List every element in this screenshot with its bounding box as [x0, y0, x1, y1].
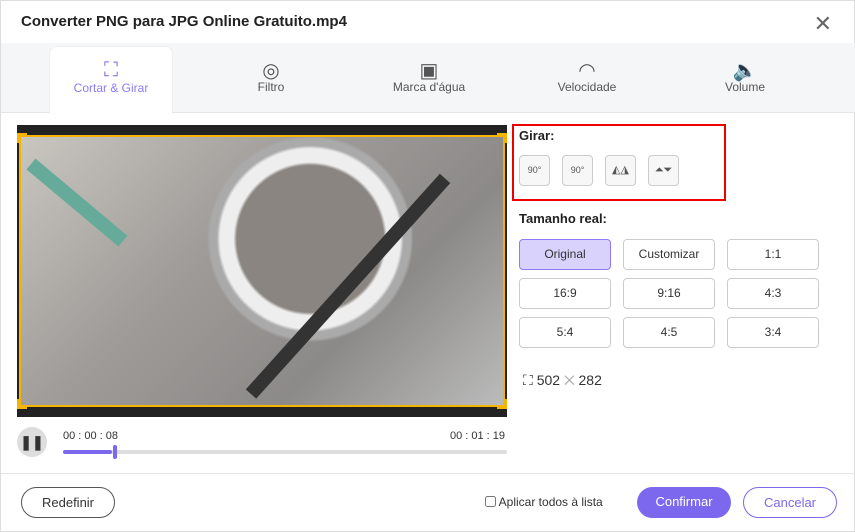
- progress-fill: [63, 450, 112, 454]
- tab-speed[interactable]: ◠ Velocidade: [527, 46, 647, 114]
- dimensions: ⛶ 502 ✕ 282: [523, 372, 602, 389]
- brush-image: [245, 173, 451, 399]
- cancel-button[interactable]: Cancelar: [743, 487, 837, 518]
- width-value: 502: [536, 372, 561, 388]
- rotate-right-button[interactable]: 90°: [562, 155, 593, 186]
- volume-icon: 🔈: [732, 60, 758, 82]
- apply-all-checkbox[interactable]: Aplicar todos à lista: [485, 495, 603, 509]
- tab-label: Velocidade: [557, 80, 617, 94]
- tab-label: Marca d'água: [392, 80, 466, 94]
- apply-all-check[interactable]: [485, 496, 496, 507]
- flip-vertical-button[interactable]: ⏶⏷: [648, 155, 679, 186]
- brush-image: [26, 158, 128, 247]
- flip-vertical-icon: ⏶⏷: [654, 164, 673, 176]
- crop-icon: ⛶: [104, 59, 118, 81]
- window-title: Converter PNG para JPG Online Gratuito.m…: [21, 13, 347, 30]
- crop-handle[interactable]: [497, 399, 507, 409]
- size-1-1[interactable]: 1:1: [727, 239, 819, 270]
- flip-horizontal-icon: ◭◮: [612, 164, 629, 176]
- size-custom[interactable]: Customizar: [623, 239, 715, 270]
- size-16-9[interactable]: 16:9: [519, 278, 611, 309]
- size-9-16[interactable]: 9:16: [623, 278, 715, 309]
- tab-label: Volume: [724, 80, 766, 94]
- size-4-3[interactable]: 4:3: [727, 278, 819, 309]
- size-3-4[interactable]: 3:4: [727, 317, 819, 348]
- crop-handle[interactable]: [17, 133, 27, 143]
- progress-handle[interactable]: [113, 445, 117, 459]
- rotate-left-button[interactable]: 90°: [519, 155, 550, 186]
- size-original[interactable]: Original: [519, 239, 611, 270]
- reset-button[interactable]: Redefinir: [21, 487, 115, 518]
- tab-crop-rotate[interactable]: ⛶ Cortar & Girar: [49, 46, 173, 114]
- crop-handle[interactable]: [497, 133, 507, 143]
- tab-volume[interactable]: 🔈 Volume: [685, 46, 805, 114]
- total-time: 00 : 01 : 19: [449, 430, 505, 442]
- rotate-right-icon: 90°: [570, 165, 585, 175]
- height-value: 282: [578, 372, 602, 388]
- video-preview[interactable]: [17, 125, 507, 417]
- tab-bar: ⛶ Cortar & Girar ◎ Filtro ▣ Marca d'água ◠ V…: [1, 43, 855, 114]
- confirm-button[interactable]: Confirmar: [637, 487, 731, 518]
- pause-button[interactable]: ❚❚: [17, 427, 47, 457]
- rotate-left-icon: 90°: [527, 165, 542, 175]
- tab-filter[interactable]: ◎ Filtro: [211, 46, 331, 114]
- tab-label: Cortar & Girar: [73, 81, 149, 95]
- crop-handle[interactable]: [17, 399, 27, 409]
- watermark-icon: ▣: [419, 60, 439, 82]
- footer-divider: [1, 473, 855, 474]
- size-label: Tamanho real:: [519, 211, 607, 226]
- apply-all-label: Aplicar todos à lista: [498, 495, 603, 509]
- size-5-4[interactable]: 5:4: [519, 317, 611, 348]
- progress-slider[interactable]: [63, 450, 507, 454]
- tab-watermark[interactable]: ▣ Marca d'água: [369, 46, 489, 114]
- size-4-5[interactable]: 4:5: [623, 317, 715, 348]
- current-time: 00 : 00 : 08: [63, 430, 119, 442]
- resize-icon: ⛶: [523, 372, 533, 388]
- filter-icon: ◎: [262, 60, 280, 82]
- close-button[interactable]: ✕: [814, 11, 832, 37]
- flip-horizontal-button[interactable]: ◭◮: [605, 155, 636, 186]
- times-icon: ✕: [563, 372, 575, 388]
- rotate-label: Girar:: [519, 128, 555, 143]
- tab-label: Filtro: [257, 80, 285, 94]
- crop-frame[interactable]: [19, 135, 505, 407]
- speed-icon: ◠: [578, 60, 596, 82]
